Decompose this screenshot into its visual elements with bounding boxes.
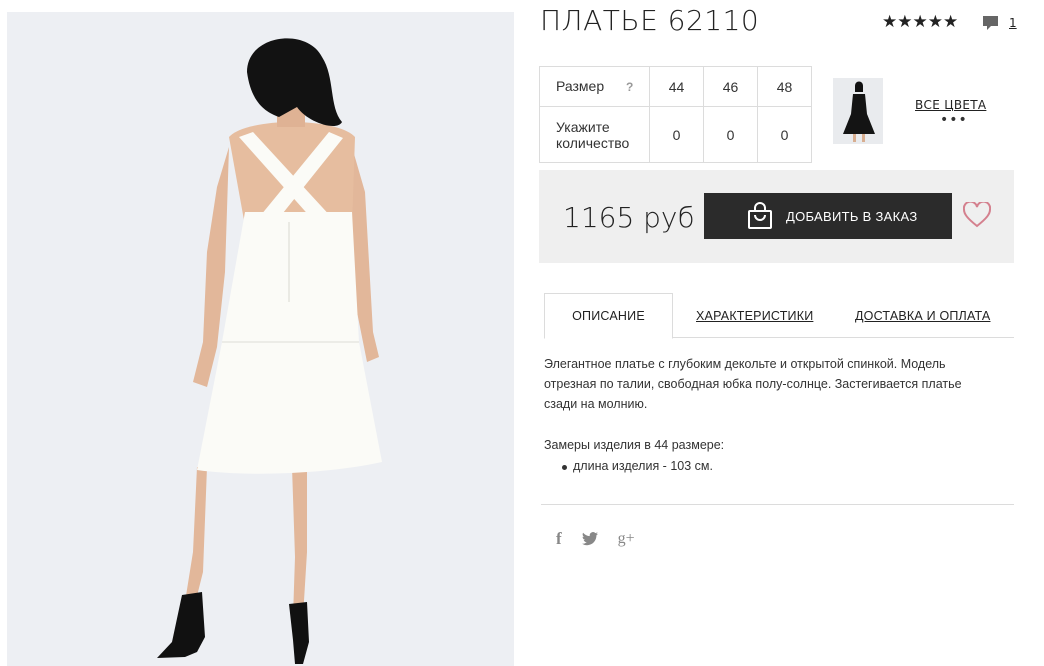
size-table: Размер ? 44 46 48 Укажите количество 0 0…	[539, 66, 812, 163]
add-to-order-button[interactable]: ДОБАВИТЬ В ЗАКАЗ	[704, 193, 952, 239]
tab-characteristics[interactable]: ХАРАКТЕРИСТИКИ	[696, 293, 813, 338]
size-label-cell: Размер ?	[539, 66, 650, 107]
size-hint-icon[interactable]: ?	[626, 79, 633, 95]
reviews-link[interactable]: 1	[982, 14, 1017, 31]
qty-input-44[interactable]: 0	[649, 106, 704, 163]
size-48: 48	[757, 66, 812, 107]
qty-input-46[interactable]: 0	[703, 106, 758, 163]
price: 1165 руб	[563, 201, 695, 234]
measurement-item: длина изделия - 103 см.	[562, 459, 713, 473]
more-colors-icon[interactable]: •••	[940, 112, 968, 128]
shopping-bag-icon	[746, 202, 774, 230]
comment-icon	[982, 14, 999, 31]
tab-description[interactable]: ОПИСАНИЕ	[544, 293, 673, 339]
tab-delivery-payment[interactable]: ДОСТАВКА И ОПЛАТА	[855, 293, 990, 338]
size-label: Размер	[556, 78, 605, 94]
color-swatch-black[interactable]	[833, 78, 883, 144]
order-bar: 1165 руб ДОБАВИТЬ В ЗАКАЗ	[539, 170, 1014, 263]
qty-input-48[interactable]: 0	[757, 106, 812, 163]
rating-stars[interactable]: ★★★★★	[882, 12, 958, 32]
add-to-order-label: ДОБАВИТЬ В ЗАКАЗ	[786, 208, 918, 224]
reviews-count[interactable]: 1	[1009, 16, 1017, 30]
social-share: f g+	[556, 529, 635, 549]
measurements-list: длина изделия - 103 см.	[562, 459, 713, 473]
measurements-title: Замеры изделия в 44 размере:	[544, 438, 725, 452]
all-colors-link[interactable]: ВСЕ ЦВЕТА	[915, 98, 986, 112]
size-46: 46	[703, 66, 758, 107]
qty-label: Укажите количество	[539, 106, 650, 163]
divider	[541, 504, 1014, 505]
product-photo[interactable]	[7, 12, 514, 666]
twitter-icon[interactable]	[581, 532, 598, 546]
product-title: ПЛАТЬЕ 62110	[540, 4, 760, 37]
google-plus-icon[interactable]: g+	[618, 530, 635, 548]
size-44: 44	[649, 66, 704, 107]
facebook-icon[interactable]: f	[556, 529, 562, 549]
product-tabs: ОПИСАНИЕ ХАРАКТЕРИСТИКИ ДОСТАВКА И ОПЛАТ…	[544, 293, 1014, 339]
product-description: Элегантное платье с глубоким декольте и …	[544, 357, 962, 411]
wishlist-heart-icon[interactable]	[963, 202, 991, 228]
